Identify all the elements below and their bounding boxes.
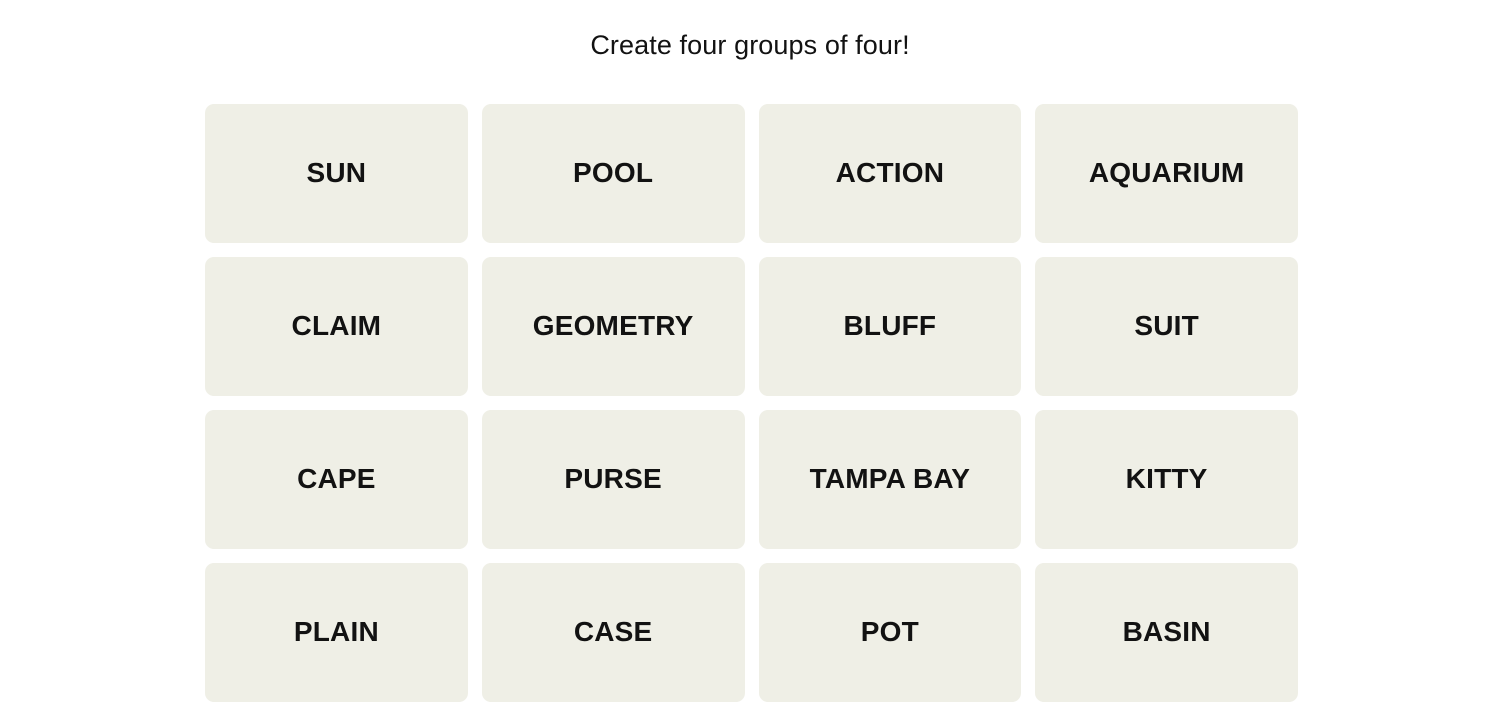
- word-tile-purse[interactable]: PURSE: [481, 410, 745, 549]
- word-tile-tampa-bay[interactable]: TAMPA BAY: [758, 410, 1022, 549]
- word-tile-pool[interactable]: POOL: [481, 104, 745, 243]
- word-tile-label: TAMPA BAY: [809, 463, 971, 495]
- word-tile-label: PLAIN: [293, 616, 379, 648]
- word-tile-action[interactable]: ACTION: [758, 104, 1022, 243]
- word-tile-label: ACTION: [835, 157, 945, 189]
- word-tile-case[interactable]: CASE: [481, 563, 745, 702]
- word-tile-label: BLUFF: [843, 310, 937, 342]
- word-tile-label: AQUARIUM: [1088, 157, 1245, 189]
- word-tile-aquarium[interactable]: AQUARIUM: [1035, 104, 1298, 243]
- connections-game-screen: Create four groups of four! SUN POOL ACT…: [0, 0, 1500, 711]
- word-tile-claim[interactable]: CLAIM: [205, 257, 468, 396]
- word-tile-pot[interactable]: POT: [758, 563, 1022, 702]
- word-tile-kitty[interactable]: KITTY: [1035, 410, 1298, 549]
- word-tile-label: GEOMETRY: [532, 310, 694, 342]
- word-tile-geometry[interactable]: GEOMETRY: [481, 257, 745, 396]
- word-grid: SUN POOL ACTION AQUARIUM CLAIM GEOMETRY …: [205, 104, 1298, 702]
- word-tile-label: SUIT: [1134, 310, 1199, 342]
- word-tile-label: POT: [860, 616, 919, 648]
- word-tile-label: POOL: [573, 157, 654, 189]
- word-tile-bluff[interactable]: BLUFF: [758, 257, 1022, 396]
- word-tile-label: CAPE: [297, 463, 376, 495]
- word-tile-label: CLAIM: [291, 310, 382, 342]
- word-tile-label: BASIN: [1122, 616, 1211, 648]
- word-tile-label: PURSE: [564, 463, 662, 495]
- word-tile-label: KITTY: [1125, 463, 1208, 495]
- word-tile-label: CASE: [573, 616, 653, 648]
- word-tile-sun[interactable]: SUN: [205, 104, 468, 243]
- word-tile-basin[interactable]: BASIN: [1035, 563, 1298, 702]
- word-tile-plain[interactable]: PLAIN: [205, 563, 468, 702]
- word-tile-suit[interactable]: SUIT: [1035, 257, 1298, 396]
- word-tile-label: SUN: [306, 157, 367, 189]
- word-tile-cape[interactable]: CAPE: [205, 410, 468, 549]
- page-title: Create four groups of four!: [590, 30, 910, 60]
